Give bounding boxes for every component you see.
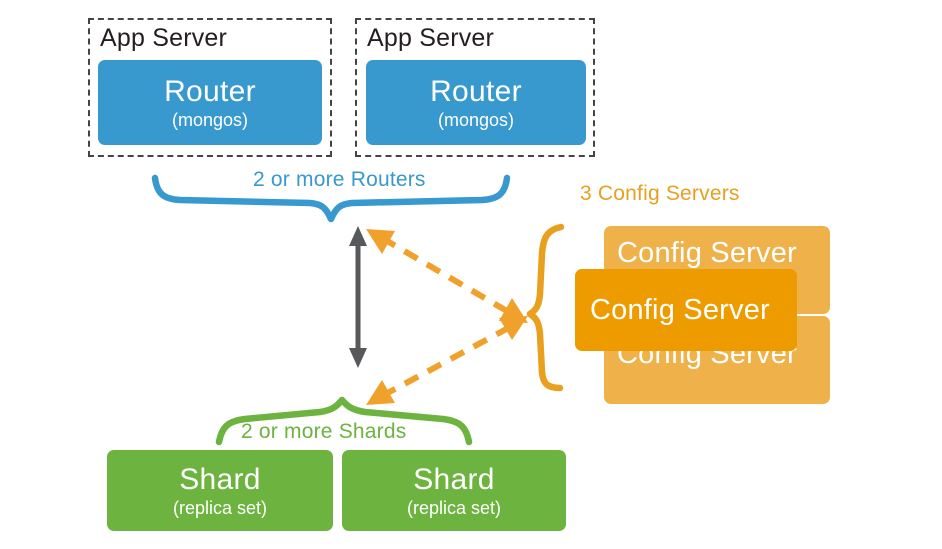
shard-group-caption: 2 or more Shards: [241, 420, 407, 443]
app-server-label: App Server: [100, 24, 228, 52]
router-title: Router: [430, 74, 522, 108]
router-subtitle: (mongos): [437, 109, 515, 130]
router-node-1: Router (mongos): [98, 60, 322, 145]
diagram-canvas: App Server Router (mongos) App Server Ro…: [0, 0, 942, 549]
config-brace: [526, 223, 565, 392]
config-server-label-2: Config Server: [590, 294, 770, 326]
shard-subtitle: (replica set): [172, 497, 268, 518]
router-subtitle: (mongos): [171, 109, 249, 130]
router-title: Router: [164, 74, 256, 108]
router-node-2: Router (mongos): [366, 60, 586, 145]
config-server-label-1: Config Server: [617, 237, 797, 269]
shard-node-1: Shard (replica set): [107, 450, 333, 531]
router-group-caption: 2 or more Routers: [253, 168, 426, 191]
config-group-caption: 3 Config Servers: [580, 182, 740, 205]
shard-subtitle: (replica set): [406, 497, 502, 518]
app-server-label: App Server: [367, 24, 495, 52]
shard-title: Shard: [179, 462, 261, 496]
shard-title: Shard: [413, 462, 495, 496]
shard-node-2: Shard (replica set): [342, 450, 566, 531]
